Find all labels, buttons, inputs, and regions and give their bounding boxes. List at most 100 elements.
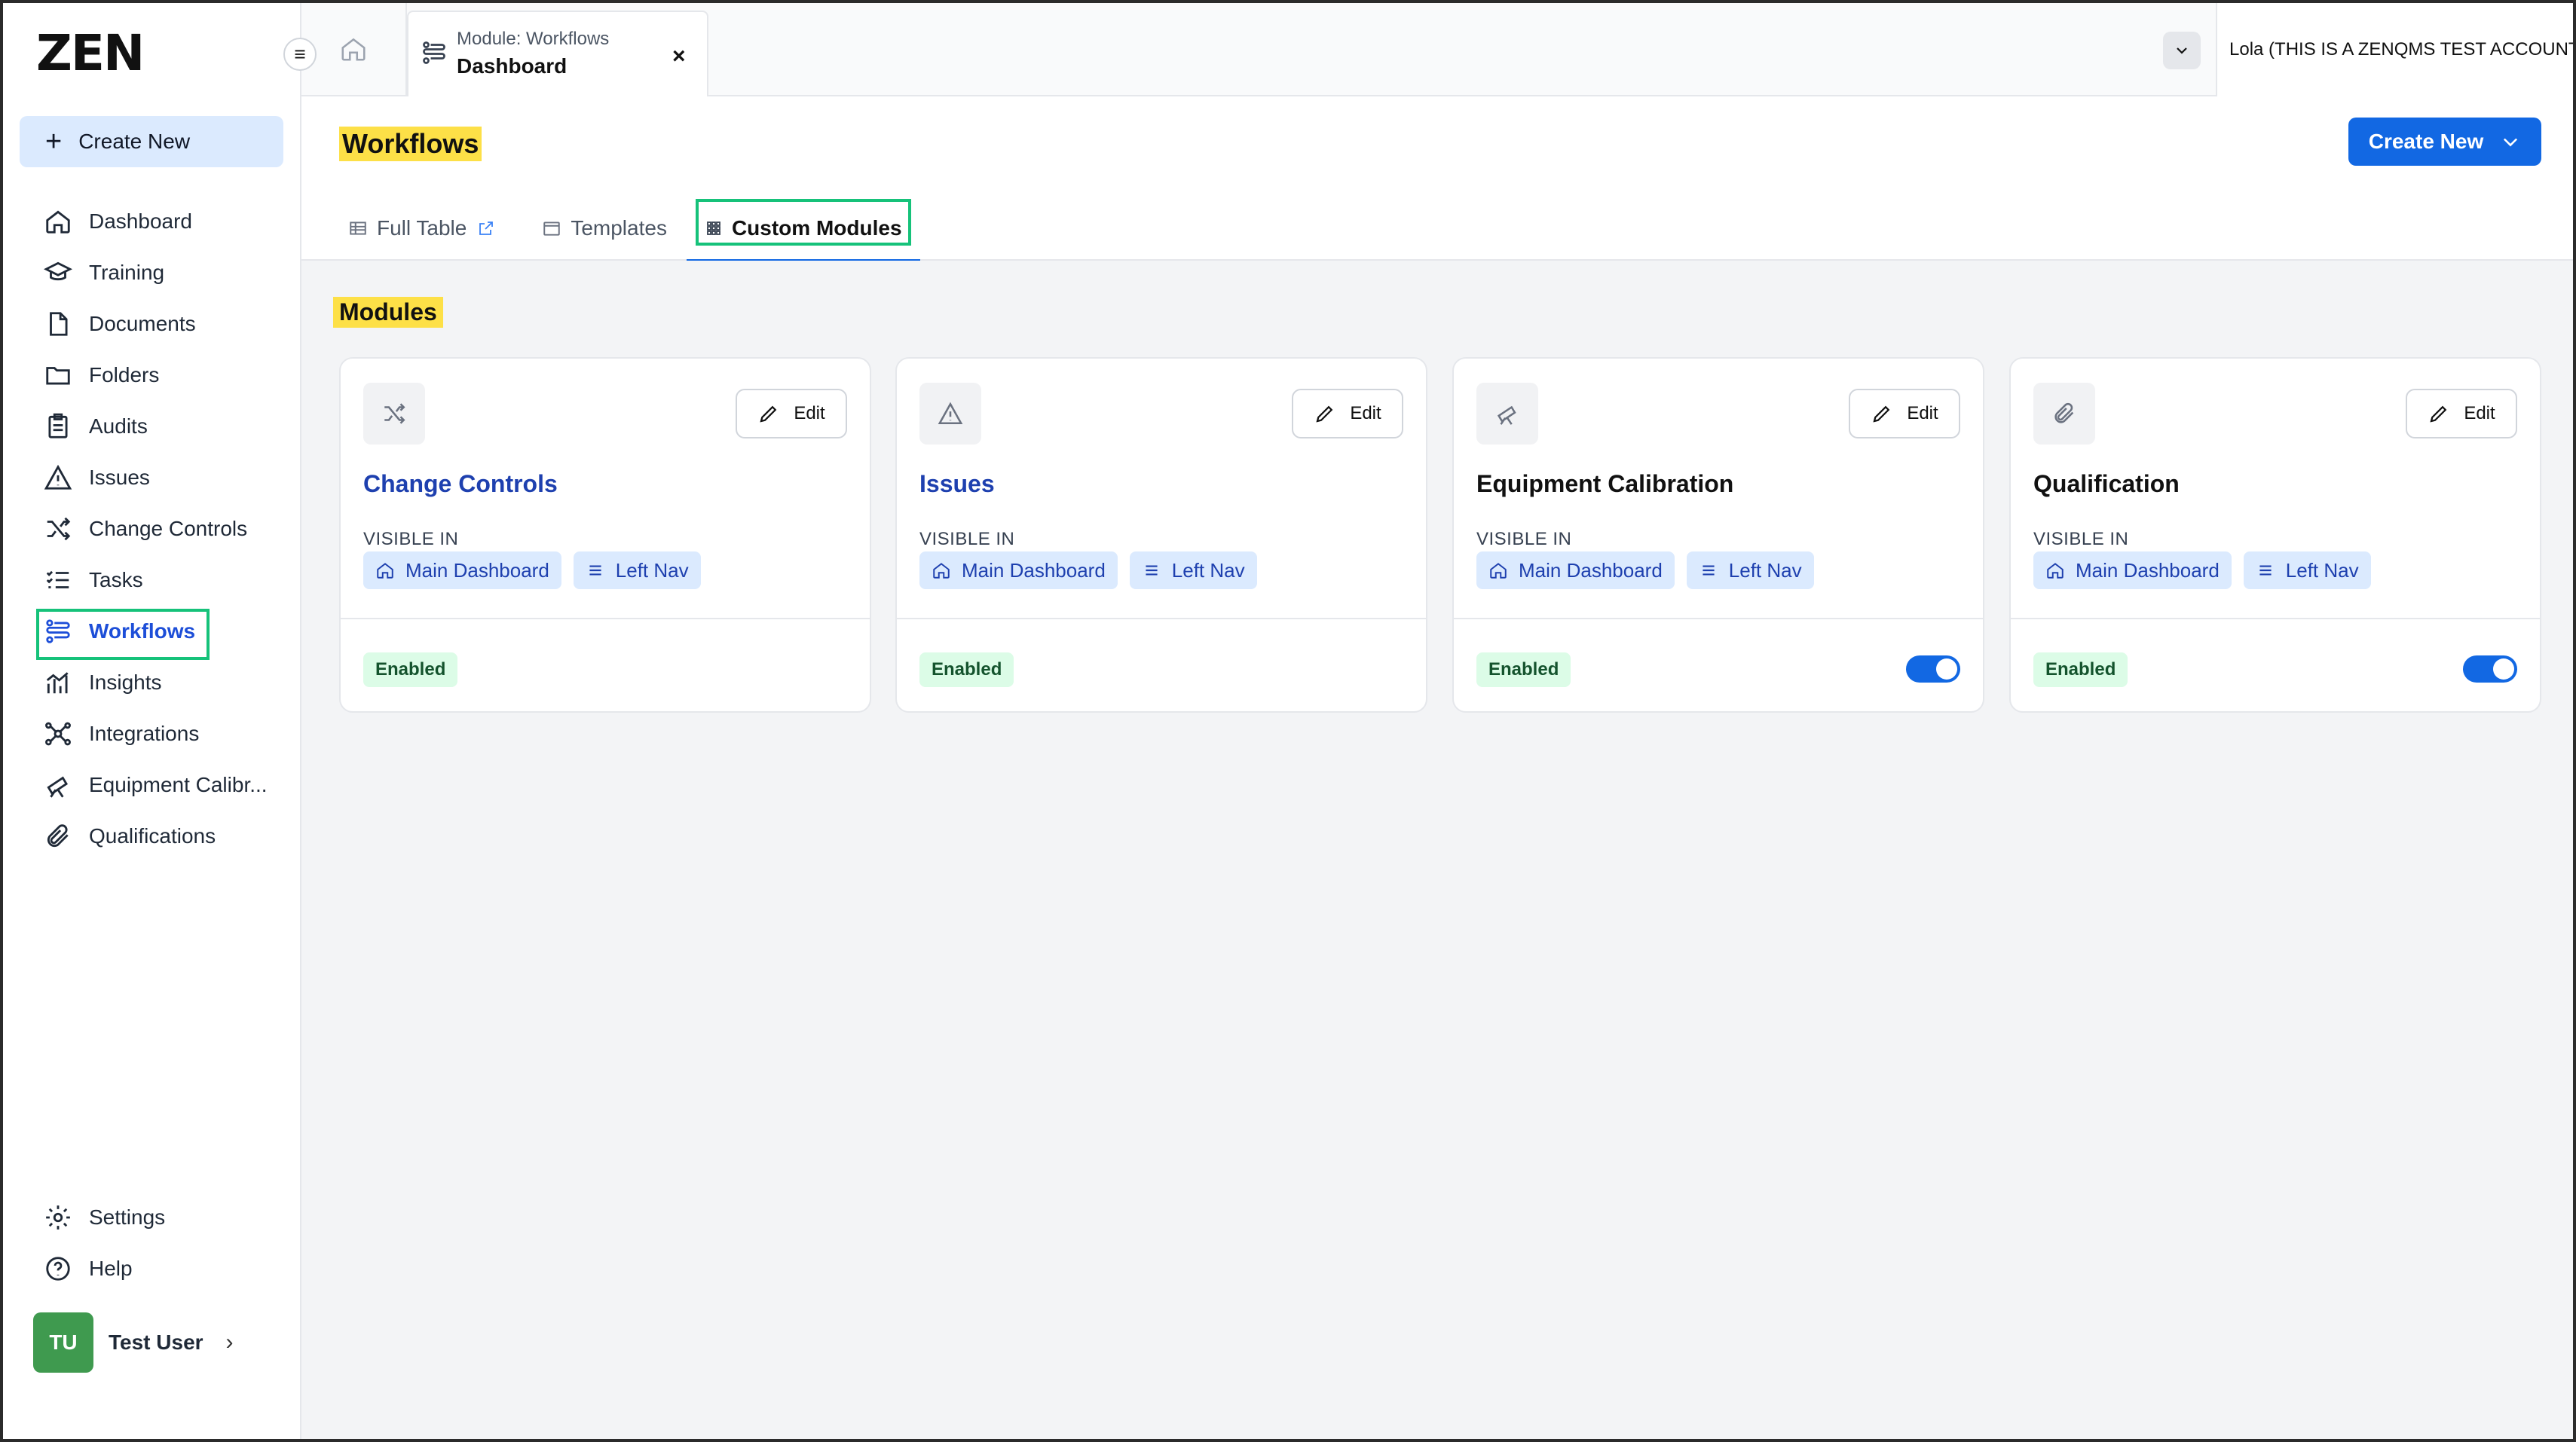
sidebar-item-documents[interactable]: Documents (3, 298, 301, 350)
sidebar-nav: Dashboard Training Documents Folders Aud… (3, 196, 301, 862)
card-divider (897, 618, 1426, 619)
edit-button[interactable]: Edit (736, 389, 847, 438)
pencil-icon (2430, 405, 2447, 423)
visibility-chips: Main Dashboard Left Nav (919, 551, 1269, 589)
visible-in-label: VISIBLE IN (1476, 529, 1572, 549)
menu-icon (295, 50, 305, 59)
menu-icon (2259, 565, 2272, 576)
edit-button[interactable]: Edit (1849, 389, 1960, 438)
paperclip-icon (2054, 402, 2074, 423)
sidebar-item-tasks[interactable]: Tasks (3, 554, 301, 606)
tab-full-table[interactable]: Full Table (339, 196, 513, 261)
workflow-icon (423, 41, 445, 64)
status-badge: Enabled (919, 652, 1014, 687)
sidebar-item-insights[interactable]: Insights (3, 657, 301, 708)
sidebar-item-label: Integrations (89, 722, 200, 745)
sidebar-item-equipment-calibration[interactable]: Equipment Calibr... (3, 759, 301, 811)
sidebar-item-change-controls[interactable]: Change Controls (3, 503, 301, 554)
home-icon (2047, 563, 2064, 579)
visible-in-label: VISIBLE IN (919, 529, 1015, 549)
collapse-sidebar-button[interactable] (283, 38, 317, 71)
edit-button[interactable]: Edit (2406, 389, 2517, 438)
sidebar-item-audits[interactable]: Audits (3, 401, 301, 452)
sidebar-item-folders[interactable]: Folders (3, 350, 301, 401)
module-tab-subtitle: Module: Workflows (457, 29, 610, 49)
chip-main-dashboard: Main Dashboard (363, 551, 561, 589)
tab-templates[interactable]: Templates (533, 196, 676, 261)
telescope-icon (47, 776, 69, 798)
status-badge: Enabled (363, 652, 458, 687)
folder-icon (46, 367, 70, 385)
create-new-button[interactable]: Create New (2348, 118, 2541, 166)
sidebar-create-new-label: Create New (78, 130, 191, 153)
top-bar: Module: Workflows Dashboard × Lola (THIS… (301, 3, 2573, 96)
tab-custom-modules[interactable]: Custom Modules (686, 196, 920, 262)
edit-label: Edit (2464, 403, 2495, 423)
sidebar-item-label: Dashboard (89, 209, 192, 233)
document-icon (50, 312, 68, 336)
telescope-icon (1497, 405, 1516, 425)
graduation-cap-icon (44, 261, 72, 281)
tab-label: Full Table (377, 216, 467, 240)
sidebar-create-new-button[interactable]: + Create New (20, 116, 283, 167)
sidebar-item-integrations[interactable]: Integrations (3, 708, 301, 759)
sidebar-item-label: Audits (89, 414, 148, 438)
chevron-down-icon (2177, 47, 2187, 54)
sidebar-item-dashboard[interactable]: Dashboard (3, 196, 301, 247)
bar-chart-icon (46, 672, 69, 694)
avatar: TU (33, 1312, 93, 1373)
account-dropdown-button[interactable] (2163, 32, 2201, 69)
close-tab-icon[interactable]: × (672, 44, 686, 69)
chevron-down-icon (2504, 138, 2518, 147)
module-card-issues: Edit Issues VISIBLE IN Main Dashboard Le… (895, 357, 1427, 713)
sidebar-item-label: Equipment Calibr... (89, 773, 268, 796)
enable-toggle[interactable] (1906, 655, 1960, 683)
sidebar-item-label: Change Controls (89, 517, 248, 540)
sidebar-item-settings[interactable]: Settings (3, 1192, 301, 1243)
module-tab[interactable]: Module: Workflows Dashboard × (407, 11, 708, 96)
table-icon (350, 221, 366, 235)
account-name[interactable]: Lola (THIS IS A ZENQMS TEST ACCOUNT) (2216, 3, 2573, 96)
edit-label: Edit (794, 403, 825, 423)
user-name: Test User (109, 1330, 203, 1354)
module-name: Qualification (2033, 470, 2180, 497)
module-icon-tile (2033, 383, 2095, 445)
tab-label: Templates (571, 216, 667, 240)
home-icon (933, 563, 950, 579)
toggle-knob (2493, 658, 2514, 680)
app-window: ZEN + Create New Dashboard Training Docu… (0, 0, 2576, 1442)
create-new-label: Create New (2368, 130, 2484, 153)
pencil-icon (1316, 405, 1333, 423)
sidebar-item-qualifications[interactable]: Qualifications (3, 811, 301, 862)
edit-button[interactable]: Edit (1292, 389, 1403, 438)
status-badge: Enabled (2033, 652, 2128, 687)
home-icon (46, 210, 70, 234)
visibility-chips: Main Dashboard Left Nav (2033, 551, 2383, 589)
user-menu[interactable]: TU Test User › (33, 1312, 234, 1373)
network-icon (45, 722, 71, 746)
enable-toggle[interactable] (2463, 655, 2517, 683)
sidebar-item-label: Qualifications (89, 824, 216, 848)
home-icon (341, 38, 366, 61)
plus-icon: + (45, 126, 63, 157)
module-name-link[interactable]: Issues (919, 470, 995, 498)
sidebar-item-help[interactable]: Help (3, 1243, 301, 1294)
module-name-link[interactable]: Change Controls (363, 470, 558, 498)
sidebar-item-workflows[interactable]: Workflows (3, 606, 301, 660)
annotation-highlight-box (36, 609, 210, 660)
section-title: Modules (333, 297, 443, 328)
chip-left-nav: Left Nav (573, 551, 701, 589)
warning-triangle-icon (44, 464, 72, 490)
sidebar-item-training[interactable]: Training (3, 247, 301, 298)
home-tab[interactable] (301, 3, 407, 95)
sidebar-item-issues[interactable]: Issues (3, 452, 301, 503)
external-link-icon (479, 221, 494, 235)
sidebar-item-label: Tasks (89, 568, 143, 591)
gear-icon (46, 1205, 70, 1230)
sidebar-item-label: Help (89, 1257, 133, 1280)
chip-label: Left Nav (2285, 558, 2359, 582)
module-card-equipment-calibration: Edit Equipment Calibration VISIBLE IN Ma… (1452, 357, 1984, 713)
sidebar-item-label: Settings (89, 1205, 166, 1229)
module-icon-tile (363, 383, 425, 445)
chip-main-dashboard: Main Dashboard (919, 551, 1118, 589)
